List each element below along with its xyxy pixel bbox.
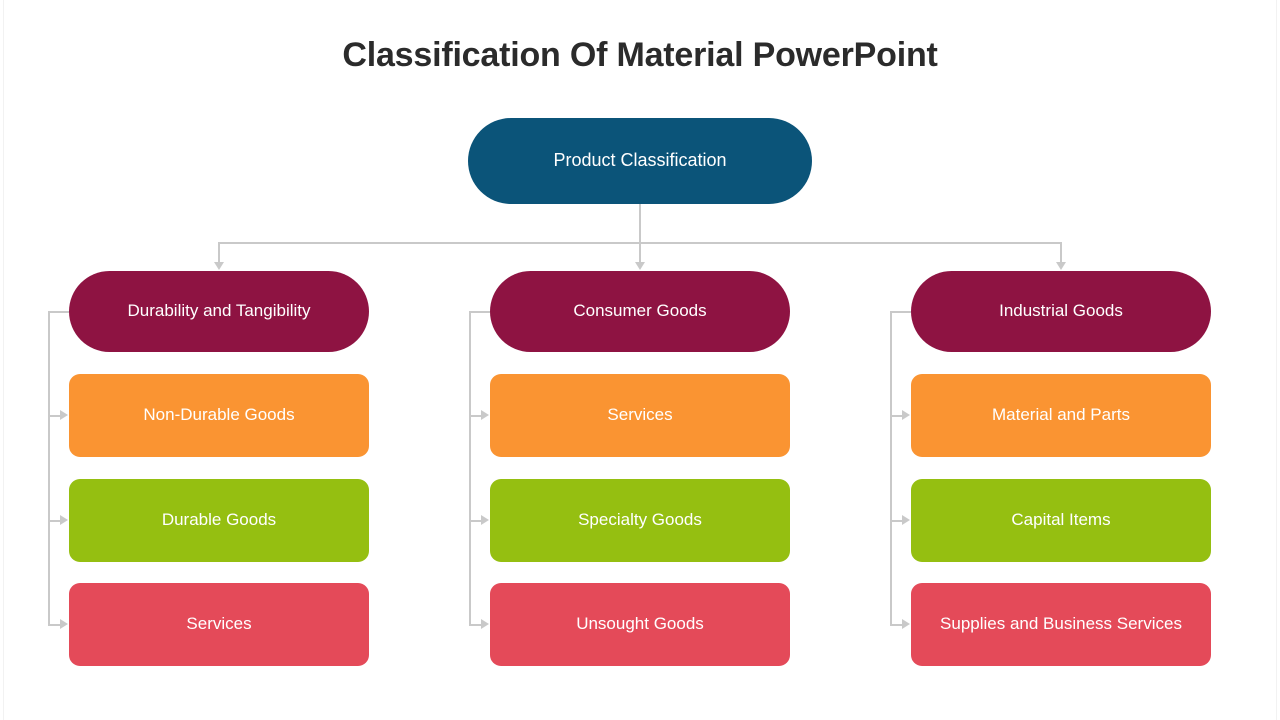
arrowhead-right-branch-1-item-3	[60, 618, 68, 629]
node-item-industrial-goods-capital-items[interactable]: Capital Items	[911, 479, 1211, 562]
node-item-consumer-goods-services[interactable]: Services	[490, 374, 790, 457]
connector-branch-1-rail	[48, 310, 50, 626]
arrowhead-right-branch-1-item-2	[60, 514, 68, 525]
arrowhead-right-branch-2-item-1	[481, 409, 489, 420]
slide-left-edge	[3, 0, 4, 720]
node-item-industrial-goods-supplies-and-business-services[interactable]: Supplies and Business Services	[911, 583, 1211, 666]
connector-bus-drop-2	[639, 242, 641, 263]
node-item-consumer-goods-unsought-goods[interactable]: Unsought Goods	[490, 583, 790, 666]
arrowhead-right-branch-3-item-1	[902, 409, 910, 420]
slide-right-edge	[1276, 0, 1277, 720]
node-item-durability-and-tangibility-non-durable-goods[interactable]: Non-Durable Goods	[69, 374, 369, 457]
connector-branch-3-header-stub	[890, 310, 911, 313]
arrowhead-down-branch-2	[635, 262, 645, 270]
node-item-consumer-goods-specialty-goods[interactable]: Specialty Goods	[490, 479, 790, 562]
connector-branch-2-rail	[469, 310, 471, 626]
arrowhead-right-branch-3-item-3	[902, 618, 910, 629]
connector-root-stem	[639, 204, 641, 244]
node-item-industrial-goods-material-and-parts[interactable]: Material and Parts	[911, 374, 1211, 457]
connector-branch-1-header-stub	[48, 310, 69, 313]
node-branch-header-industrial-goods[interactable]: Industrial Goods	[911, 271, 1211, 352]
connector-branch-3-rail	[890, 310, 892, 626]
node-branch-header-durability-and-tangibility[interactable]: Durability and Tangibility	[69, 271, 369, 352]
arrowhead-right-branch-2-item-3	[481, 618, 489, 629]
node-item-durability-and-tangibility-durable-goods[interactable]: Durable Goods	[69, 479, 369, 562]
node-root-product-classification[interactable]: Product Classification	[468, 118, 812, 204]
slide-canvas: Classification Of Material PowerPoint Pr…	[0, 0, 1280, 720]
arrowhead-right-branch-2-item-2	[481, 514, 489, 525]
connector-bus-drop-1	[218, 242, 220, 263]
connector-branch-2-header-stub	[469, 310, 490, 313]
arrowhead-down-branch-3	[1056, 262, 1066, 270]
page-title: Classification Of Material PowerPoint	[342, 36, 938, 74]
node-branch-header-consumer-goods[interactable]: Consumer Goods	[490, 271, 790, 352]
connector-bus-drop-3	[1060, 242, 1062, 263]
node-item-durability-and-tangibility-services[interactable]: Services	[69, 583, 369, 666]
arrowhead-right-branch-1-item-1	[60, 409, 68, 420]
arrowhead-right-branch-3-item-2	[902, 514, 910, 525]
arrowhead-down-branch-1	[214, 262, 224, 270]
